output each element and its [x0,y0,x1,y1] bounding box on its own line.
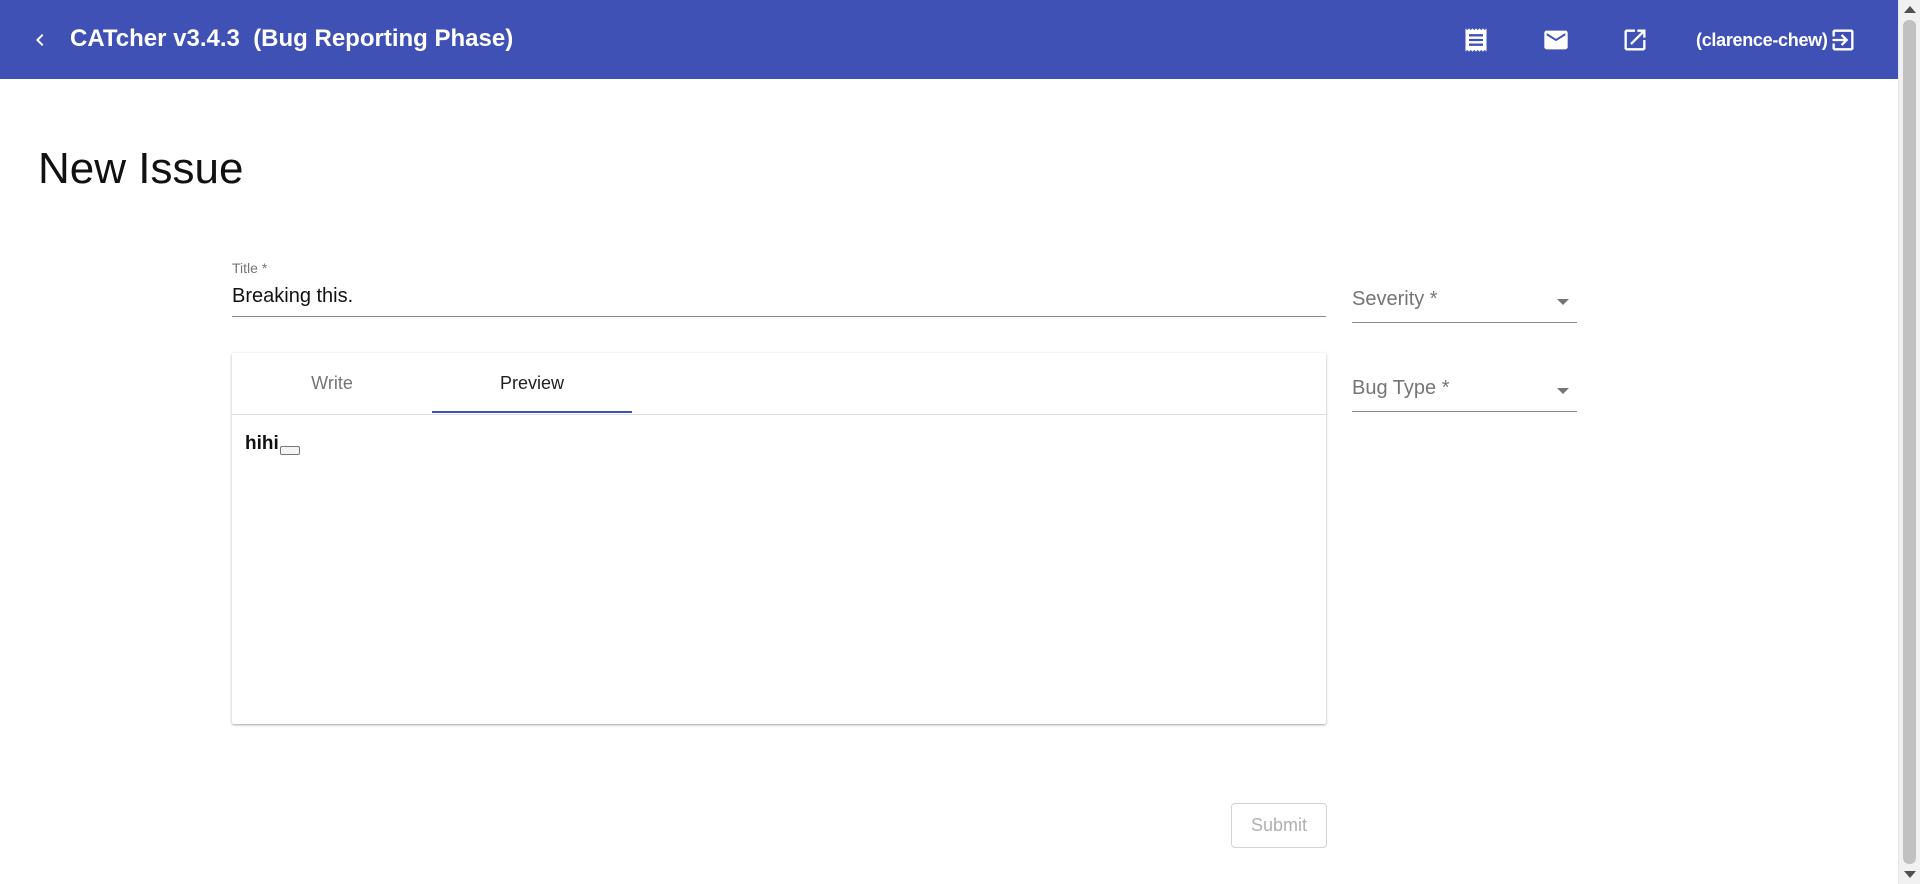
back-button[interactable] [22,20,58,60]
bug-type-select[interactable]: Bug Type * [1352,371,1577,412]
title-label: Title * [232,260,268,276]
vertical-scrollbar[interactable] [1898,0,1920,884]
preview-checkbox-icon[interactable] [279,446,300,455]
preview-content: hihi [245,433,300,455]
app-title: CATcher v3.4.3 (Bug Reporting Phase) [70,25,514,52]
tab-write[interactable]: Write [232,353,432,413]
logout-button[interactable] [1825,22,1861,58]
report-button[interactable] [1458,22,1494,58]
receipt-icon [1465,28,1487,52]
mail-button[interactable] [1538,22,1574,58]
tab-preview[interactable]: Preview [432,353,632,413]
chevron-down-icon [1557,388,1569,394]
preview-text: hihi [245,433,279,454]
scroll-thumb[interactable] [1903,20,1916,864]
top-toolbar: CATcher v3.4.3 (Bug Reporting Phase) (cl… [0,0,1898,79]
mail-icon [1544,30,1568,50]
chevron-down-icon [1557,299,1569,305]
username-label: (clarence-chew) [1696,30,1828,50]
app-root: CATcher v3.4.3 (Bug Reporting Phase) (cl… [0,0,1920,884]
page-title: New Issue [38,144,244,194]
severity-placeholder: Severity * [1352,288,1438,310]
open-in-new-icon [1624,29,1646,51]
back-arrow-icon [36,34,44,46]
logout-icon [1832,29,1854,51]
description-editor: Write Preview hihi [232,353,1326,724]
editor-tab-bar: Write Preview [232,353,1326,415]
severity-select[interactable]: Severity * [1352,282,1577,323]
title-input[interactable] [232,282,1326,310]
bug-type-placeholder: Bug Type * [1352,377,1450,399]
open-external-button[interactable] [1617,22,1653,58]
active-tab-indicator [432,411,632,413]
title-field[interactable]: Title * [232,258,1326,317]
submit-button[interactable]: Submit [1231,803,1327,848]
scroll-down-icon[interactable] [1904,871,1916,878]
scroll-up-icon[interactable] [1904,6,1916,13]
